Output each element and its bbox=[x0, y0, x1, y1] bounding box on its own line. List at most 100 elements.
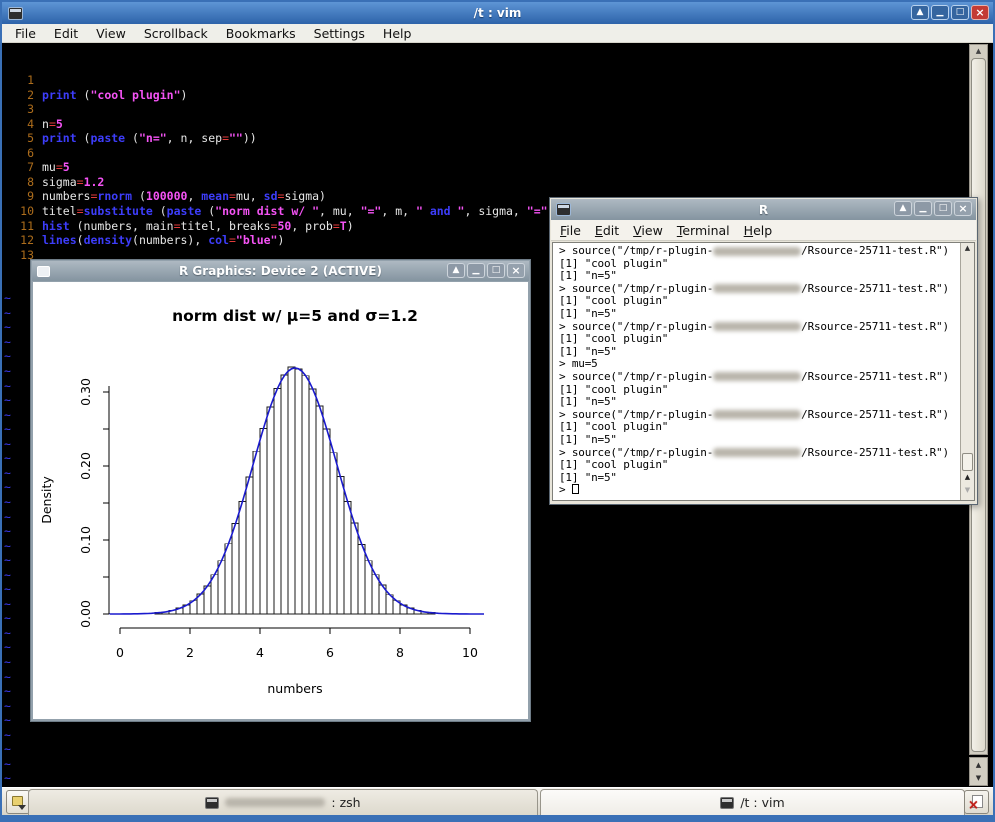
maximize-button[interactable]: □ bbox=[951, 5, 969, 20]
svg-text:norm dist w/ μ=5 and σ=1.2: norm dist w/ μ=5 and σ=1.2 bbox=[172, 307, 418, 325]
minimize-button[interactable]: ▁ bbox=[914, 201, 932, 216]
vim-line: 1 bbox=[2, 73, 993, 88]
konsole-scrollbar-buttons[interactable]: ▲ ▼ bbox=[969, 757, 988, 786]
redacted-text bbox=[225, 798, 325, 807]
r-graphics-titlebar[interactable]: R Graphics: Device 2 (ACTIVE) ▲▁□× bbox=[32, 261, 529, 281]
menu-item-help[interactable]: Help bbox=[741, 223, 784, 238]
redacted-text bbox=[713, 247, 801, 256]
vim-line: 8sigma=1.2 bbox=[2, 175, 993, 190]
vim-line: 2print ("cool plugin") bbox=[2, 88, 993, 103]
tab-zsh[interactable]: : zsh bbox=[28, 789, 538, 815]
svg-text:8: 8 bbox=[396, 645, 404, 660]
r-console-scrollbar[interactable]: ▲ ▲ ▼ bbox=[960, 243, 974, 500]
r-console-line: > bbox=[553, 484, 959, 497]
tab-vim[interactable]: /t : vim bbox=[540, 789, 965, 815]
r-console-window: R ▲▁□× FileEditViewTerminalHelp > source… bbox=[549, 197, 978, 505]
r-console-line: > source("/tmp/r-plugin-/Rsource-25711-t… bbox=[553, 245, 959, 258]
svg-text:0: 0 bbox=[116, 645, 124, 660]
vim-line: 3 bbox=[2, 102, 993, 117]
maximize-button[interactable]: □ bbox=[934, 201, 952, 216]
konsole-menubar: FileEditViewScrollbackBookmarksSettingsH… bbox=[2, 24, 993, 43]
close-button[interactable]: × bbox=[507, 263, 525, 278]
menu-item-edit[interactable]: Edit bbox=[45, 26, 87, 41]
vim-line: 5print (paste ("n=", n, sep="")) bbox=[2, 131, 993, 146]
menu-item-view[interactable]: View bbox=[87, 26, 135, 41]
scroll-down-icon[interactable]: ▼ bbox=[961, 486, 974, 499]
minimize-button[interactable]: ▁ bbox=[931, 5, 949, 20]
redacted-text bbox=[713, 372, 801, 381]
close-icon: × bbox=[968, 799, 979, 812]
r-console-line: > source("/tmp/r-plugin-/Rsource-25711-t… bbox=[553, 371, 959, 384]
vim-line: 6 bbox=[2, 146, 993, 161]
redacted-text bbox=[713, 322, 801, 331]
scroll-up-icon[interactable]: ▲ bbox=[961, 473, 974, 486]
konsole-tabbar: : zsh /t : vim × bbox=[2, 787, 993, 815]
close-button[interactable]: × bbox=[971, 5, 989, 20]
r-console-line: [1] "n=5" bbox=[553, 472, 959, 485]
terminal-cursor bbox=[572, 484, 579, 494]
konsole-app-icon bbox=[8, 7, 23, 20]
r-graphics-window: R Graphics: Device 2 (ACTIVE) ▲▁□× norm … bbox=[30, 259, 531, 722]
chevron-down-icon bbox=[18, 805, 26, 810]
tab-label: : zsh bbox=[331, 795, 360, 810]
r-console-line: [1] "n=5" bbox=[553, 270, 959, 283]
new-tab-button[interactable] bbox=[6, 790, 30, 814]
menu-item-bookmarks[interactable]: Bookmarks bbox=[217, 26, 305, 41]
menu-item-settings[interactable]: Settings bbox=[305, 26, 374, 41]
terminal-icon bbox=[205, 797, 219, 809]
scroll-up-icon[interactable]: ▲ bbox=[976, 761, 981, 769]
svg-text:0.10: 0.10 bbox=[78, 526, 93, 554]
svg-text:2: 2 bbox=[186, 645, 194, 660]
konsole-window-controls: ▲▁□× bbox=[911, 5, 989, 20]
r-console-output[interactable]: > source("/tmp/r-plugin-/Rsource-25711-t… bbox=[552, 242, 975, 501]
menu-item-edit[interactable]: Edit bbox=[592, 223, 630, 238]
scroll-up-icon[interactable]: ▲ bbox=[961, 243, 974, 253]
vim-empty-line: ~ bbox=[2, 742, 993, 757]
tab-label: /t : vim bbox=[740, 795, 784, 810]
vim-empty-line: ~ bbox=[2, 728, 993, 743]
r-console-line: [1] "n=5" bbox=[553, 308, 959, 321]
menu-item-scrollback[interactable]: Scrollback bbox=[135, 26, 217, 41]
scroll-down-icon[interactable]: ▼ bbox=[976, 774, 981, 782]
svg-text:numbers: numbers bbox=[267, 681, 322, 696]
r-console-menubar: FileEditViewTerminalHelp bbox=[551, 220, 976, 241]
keep-above-button[interactable]: ▲ bbox=[911, 5, 929, 20]
redacted-text bbox=[713, 448, 801, 457]
vim-line: 7mu=5 bbox=[2, 160, 993, 175]
minimize-button[interactable]: ▁ bbox=[467, 263, 485, 278]
r-console-window-controls: ▲▁□× bbox=[894, 201, 972, 216]
close-session-button[interactable]: × bbox=[964, 790, 989, 814]
konsole-titlebar[interactable]: /t : vim ▲▁□× bbox=[2, 2, 993, 24]
vim-empty-line: ~ bbox=[2, 757, 993, 772]
menu-item-view[interactable]: View bbox=[630, 223, 674, 238]
r-console-line: [1] "n=5" bbox=[553, 434, 959, 447]
menu-item-file[interactable]: File bbox=[6, 26, 45, 41]
terminal-icon bbox=[720, 797, 734, 809]
svg-text:4: 4 bbox=[256, 645, 264, 660]
keep-above-button[interactable]: ▲ bbox=[894, 201, 912, 216]
menu-item-file[interactable]: File bbox=[557, 223, 592, 238]
r-console-line: [1] "cool plugin" bbox=[553, 459, 959, 472]
menu-item-terminal[interactable]: Terminal bbox=[674, 223, 741, 238]
keep-above-button[interactable]: ▲ bbox=[447, 263, 465, 278]
redacted-text bbox=[713, 284, 801, 293]
r-console-line: [1] "n=5" bbox=[553, 346, 959, 359]
svg-text:Density: Density bbox=[39, 476, 54, 524]
svg-text:10: 10 bbox=[462, 645, 478, 660]
maximize-button[interactable]: □ bbox=[487, 263, 505, 278]
desktop: /t : vim ▲▁□× FileEditViewScrollbackBook… bbox=[0, 0, 995, 822]
svg-text:6: 6 bbox=[326, 645, 334, 660]
konsole-window-title: /t : vim bbox=[2, 6, 993, 20]
vim-line: 4n=5 bbox=[2, 117, 993, 132]
close-button[interactable]: × bbox=[954, 201, 972, 216]
terminal-icon bbox=[556, 203, 571, 216]
window-icon bbox=[37, 266, 50, 277]
r-scrollbar-thumb[interactable] bbox=[962, 453, 973, 471]
r-console-titlebar[interactable]: R ▲▁□× bbox=[551, 199, 976, 220]
vim-empty-line: ~ bbox=[2, 771, 993, 786]
svg-text:0.20: 0.20 bbox=[78, 452, 93, 480]
menu-item-help[interactable]: Help bbox=[374, 26, 421, 41]
r-console-lines: > source("/tmp/r-plugin-/Rsource-25711-t… bbox=[553, 245, 959, 497]
scroll-up-icon[interactable]: ▲ bbox=[970, 45, 987, 57]
histogram-plot: norm dist w/ μ=5 and σ=1.2 0 2 4 6 8 10 numbers… bbox=[33, 282, 530, 719]
